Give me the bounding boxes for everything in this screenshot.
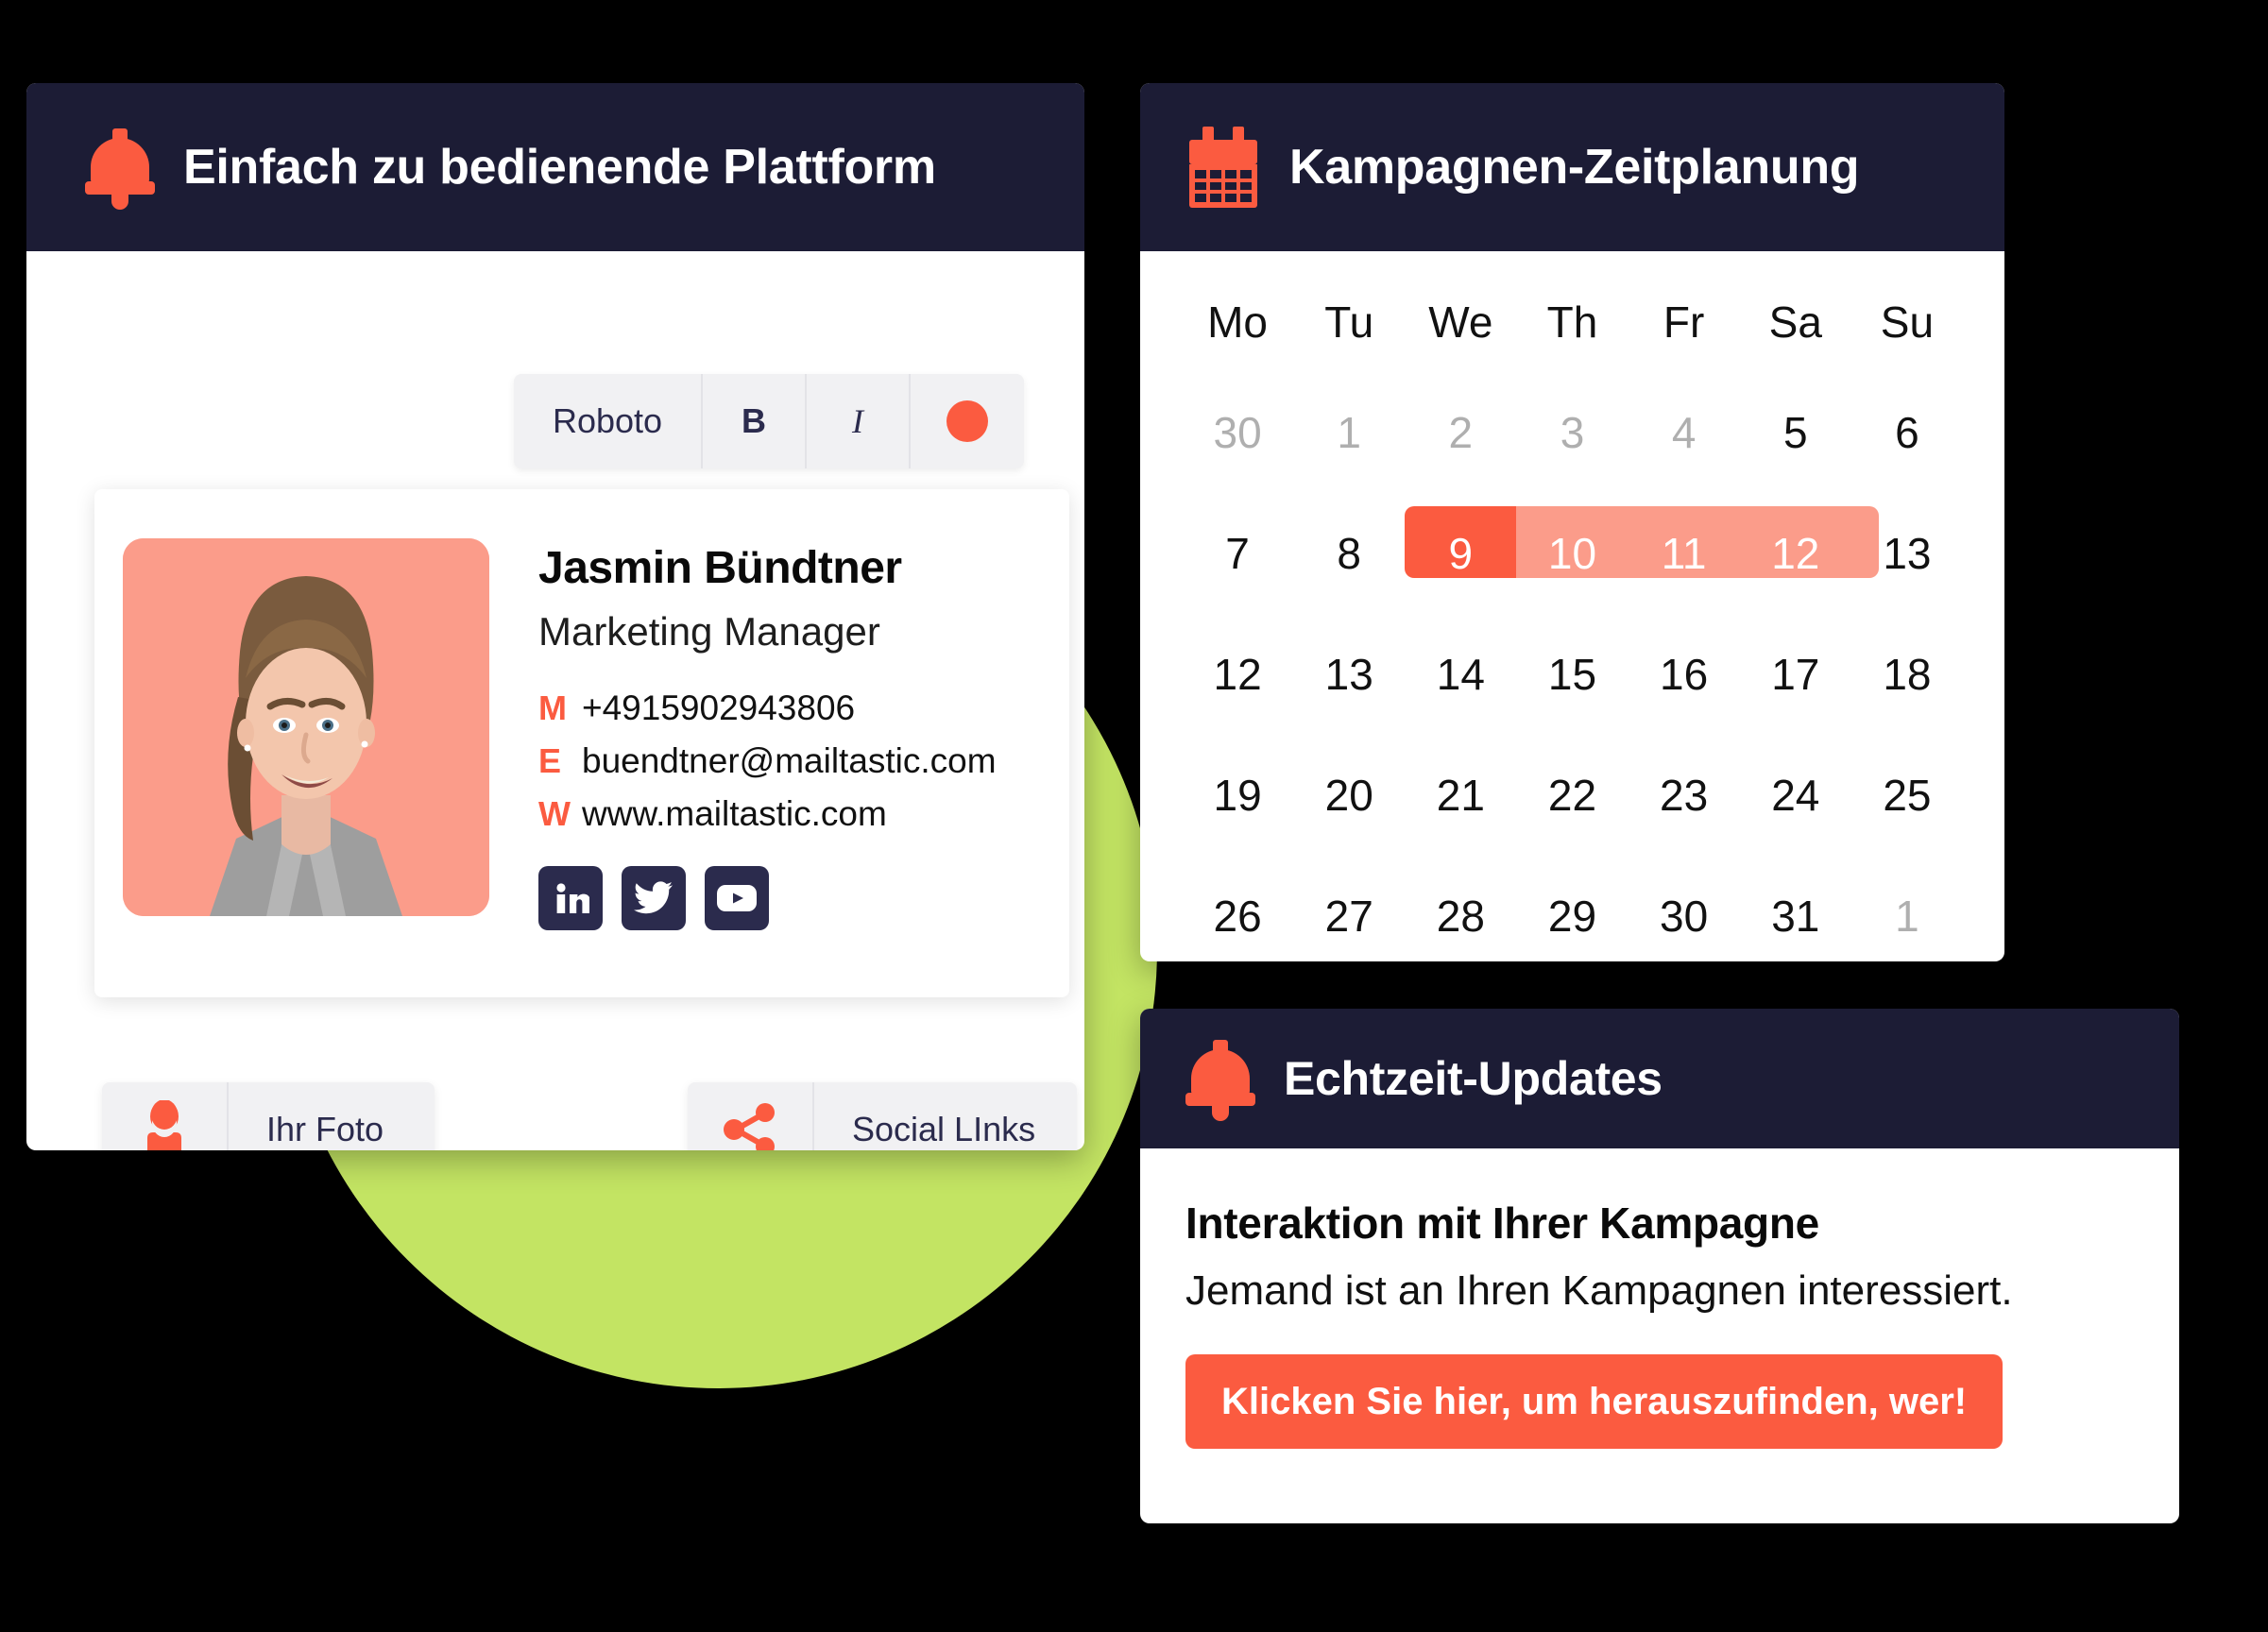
calendar-day[interactable]: 1 [1851, 891, 1963, 942]
updates-headline: Interaktion mit Ihrer Kampagne [1185, 1198, 1819, 1248]
calendar-day[interactable]: 20 [1293, 770, 1405, 821]
calendar-day[interactable]: 28 [1405, 891, 1516, 942]
calendar-day-selected[interactable]: 11 [1629, 528, 1740, 579]
calendar-day[interactable]: 15 [1516, 649, 1628, 700]
calendar-day[interactable]: 16 [1629, 649, 1740, 700]
calendar-card-title: Kampagnen-Zeitplanung [1289, 140, 1860, 195]
realtime-updates-card: Echtzeit-Updates Interaktion mit Ihrer K… [1140, 1009, 2179, 1523]
contact-key-web: W [538, 794, 571, 833]
your-photo-button[interactable]: Ihr Foto [102, 1082, 435, 1150]
day-name-mo: Mo [1207, 298, 1269, 347]
calendar-day-names: Mo Tu We Th Fr Sa Su [1182, 272, 1963, 372]
twitter-icon[interactable] [622, 866, 686, 930]
calendar-week-row-selected: 7 8 9 10 11 12 13 [1182, 493, 1963, 614]
signature-details: Jasmin Bündtner Marketing Manager M +491… [489, 538, 997, 997]
calendar-day[interactable]: 2 [1405, 407, 1516, 458]
day-name-fr: Fr [1663, 298, 1705, 347]
signature-contact-web: W www.mailtastic.com [538, 794, 997, 834]
calendar-day[interactable]: 27 [1293, 891, 1405, 942]
platform-card-header: Einfach zu bedienende Plattform [26, 83, 1084, 251]
social-links-button[interactable]: Social LInks [688, 1082, 1077, 1150]
calendar-day[interactable]: 17 [1740, 649, 1851, 700]
bell-icon [85, 127, 155, 210]
updates-subline: Jemand ist an Ihren Kampagnen interessie… [1185, 1267, 2013, 1314]
bold-button[interactable]: B [703, 374, 807, 468]
color-swatch-icon [946, 400, 988, 442]
share-icon [688, 1082, 814, 1150]
signature-name: Jasmin Bündtner [538, 543, 902, 593]
contact-key-mobile: M [538, 688, 567, 727]
calendar-day[interactable]: 23 [1629, 770, 1740, 821]
calendar-day[interactable]: 22 [1516, 770, 1628, 821]
calendar-day-selected[interactable]: 10 [1516, 528, 1628, 579]
day-name-su: Su [1880, 298, 1935, 347]
updates-card-title: Echtzeit-Updates [1284, 1052, 1663, 1105]
calendar-day[interactable]: 7 [1182, 528, 1293, 579]
email-signature-preview: Jasmin Bündtner Marketing Manager M +491… [94, 489, 1069, 997]
contact-value-email: buendtner@mailtastic.com [582, 741, 997, 780]
calendar-day-selected[interactable]: 12 [1740, 528, 1851, 579]
platform-card: Einfach zu bedienende Plattform Roboto B… [26, 83, 1084, 1150]
calendar-day[interactable]: 18 [1851, 649, 1963, 700]
day-name-th: Th [1546, 298, 1598, 347]
calendar-day[interactable]: 1 [1293, 407, 1405, 458]
calendar-day-selected-start[interactable]: 9 [1405, 528, 1516, 579]
updates-card-body: Interaktion mit Ihrer Kampagne Jemand is… [1140, 1148, 2179, 1449]
person-icon [102, 1082, 229, 1150]
calendar-day[interactable]: 21 [1405, 770, 1516, 821]
calendar-day[interactable]: 26 [1182, 891, 1293, 942]
text-color-button[interactable] [911, 374, 1024, 468]
calendar-day[interactable]: 31 [1740, 891, 1851, 942]
calendar-day[interactable]: 14 [1405, 649, 1516, 700]
calendar-day[interactable]: 25 [1851, 770, 1963, 821]
signature-contact-email: E buendtner@mailtastic.com [538, 741, 997, 781]
social-links-label: Social LInks [852, 1110, 1036, 1148]
calendar-week-row: 30 1 2 3 4 5 6 [1182, 372, 1963, 493]
screenshot-stage: Einfach zu bedienende Plattform Roboto B… [0, 0, 2268, 1632]
calendar-day[interactable]: 8 [1293, 528, 1405, 579]
platform-card-title: Einfach zu bedienende Plattform [183, 140, 936, 195]
calendar-day[interactable]: 5 [1740, 407, 1851, 458]
day-name-we: We [1428, 298, 1493, 347]
calendar-day[interactable]: 4 [1629, 407, 1740, 458]
calendar-week-row: 12 13 14 15 16 17 18 [1182, 614, 1963, 735]
linkedin-icon[interactable] [538, 866, 603, 930]
calendar-card: Kampagnen-Zeitplanung Mo Tu We Th Fr Sa … [1140, 83, 2004, 961]
day-name-tu: Tu [1324, 298, 1374, 347]
signature-role: Marketing Manager [538, 609, 880, 654]
calendar-day[interactable]: 30 [1629, 891, 1740, 942]
calendar-day[interactable]: 13 [1293, 649, 1405, 700]
contact-value-web: www.mailtastic.com [582, 794, 887, 833]
day-name-sa: Sa [1768, 298, 1822, 347]
calendar-day[interactable]: 24 [1740, 770, 1851, 821]
calendar-day[interactable]: 6 [1851, 407, 1963, 458]
contact-key-email: E [538, 741, 562, 780]
calendar-week-row: 19 20 21 22 23 24 25 [1182, 735, 1963, 856]
formatting-toolbar[interactable]: Roboto B I [514, 374, 1024, 468]
calendar-week-row: 26 27 28 29 30 31 1 [1182, 856, 1963, 961]
youtube-icon[interactable] [705, 866, 769, 930]
your-photo-label: Ihr Foto [266, 1110, 384, 1148]
calendar-day[interactable]: 19 [1182, 770, 1293, 821]
calendar-icon [1185, 127, 1261, 208]
contact-value-mobile: +4915902943806 [582, 688, 856, 727]
signature-photo [123, 538, 489, 916]
font-family-select[interactable]: Roboto [514, 374, 703, 468]
calendar-day[interactable]: 12 [1182, 649, 1293, 700]
signature-contact-mobile: M +4915902943806 [538, 688, 997, 728]
calendar-day[interactable]: 30 [1182, 407, 1293, 458]
calendar-day[interactable]: 29 [1516, 891, 1628, 942]
bell-icon [1185, 1038, 1255, 1121]
italic-button[interactable]: I [807, 374, 911, 468]
calendar-card-header: Kampagnen-Zeitplanung [1140, 83, 2004, 251]
signature-social-links [538, 866, 997, 930]
calendar-day[interactable]: 3 [1516, 407, 1628, 458]
calendar-grid: Mo Tu We Th Fr Sa Su 30 1 2 3 4 5 6 7 8 … [1140, 251, 2004, 961]
calendar-day[interactable]: 13 [1851, 528, 1963, 579]
find-out-who-button[interactable]: Klicken Sie hier, um herauszufinden, wer… [1185, 1354, 2004, 1449]
updates-card-header: Echtzeit-Updates [1140, 1009, 2179, 1148]
